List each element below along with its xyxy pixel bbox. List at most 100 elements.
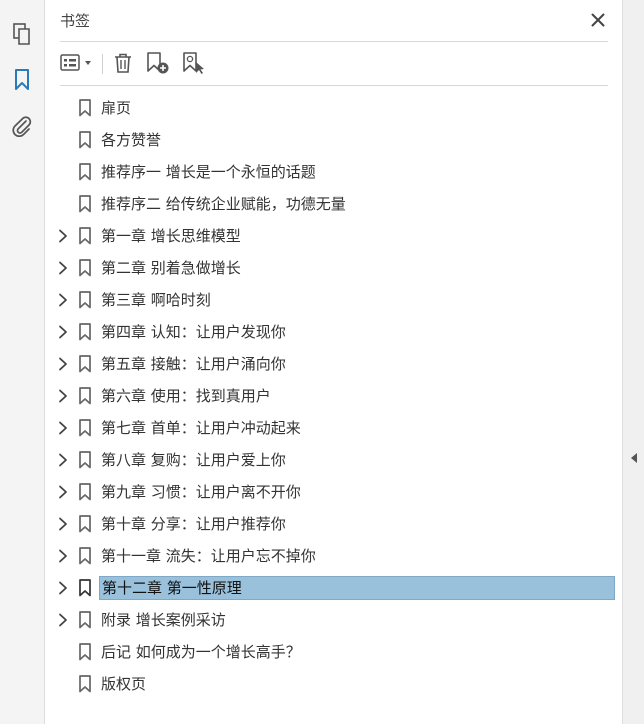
bookmark-item[interactable]: 第八章 复购：让用户爱上你 <box>45 444 622 476</box>
bookmark-icon <box>78 99 92 117</box>
bookmark-item[interactable]: 第二章 别着急做增长 <box>45 252 622 284</box>
bookmark-icon <box>78 387 92 405</box>
bookmark-icon <box>78 291 92 309</box>
collapse-panel-button[interactable] <box>627 450 641 466</box>
toolbar-divider <box>60 85 608 86</box>
bookmark-icon <box>78 611 92 629</box>
bookmark-label: 第十章 分享：让用户推荐你 <box>101 515 286 533</box>
chevron-right-icon <box>59 389 67 403</box>
expand-toggle[interactable] <box>55 420 71 436</box>
bookmark-item[interactable]: 第三章 啊哈时刻 <box>45 284 622 316</box>
bookmark-from-selection-button[interactable] <box>180 48 208 78</box>
bookmark-item[interactable]: 推荐序一 增长是一个永恒的话题 <box>45 156 622 188</box>
chevron-right-icon <box>59 453 67 467</box>
bookmark-item[interactable]: 第十章 分享：让用户推荐你 <box>45 508 622 540</box>
expand-toggle[interactable] <box>55 324 71 340</box>
bookmarks-panel-button[interactable] <box>8 66 36 94</box>
expand-toggle[interactable] <box>55 292 71 308</box>
bookmark-item[interactable]: 版权页 <box>45 668 622 700</box>
new-bookmark-button[interactable] <box>144 48 172 78</box>
chevron-right-icon <box>59 549 67 563</box>
panel-splitter[interactable] <box>622 0 644 724</box>
bookmark-label: 第十二章 第一性原理 <box>99 576 615 600</box>
expand-toggle[interactable] <box>55 228 71 244</box>
bookmark-icon <box>78 547 92 565</box>
attachments-panel-button[interactable] <box>8 112 36 140</box>
expand-toggle[interactable] <box>55 388 71 404</box>
chevron-right-icon <box>59 293 67 307</box>
bookmark-label: 各方赞誉 <box>101 131 162 149</box>
bookmark-icon <box>78 323 92 341</box>
bookmark-icon <box>78 227 92 245</box>
bookmark-label: 第二章 别着急做增长 <box>101 259 241 277</box>
delete-icon <box>115 53 131 73</box>
bookmark-item[interactable]: 第六章 使用：找到真用户 <box>45 380 622 412</box>
expand-toggle[interactable] <box>55 612 71 628</box>
chevron-right-icon <box>59 357 67 371</box>
chevron-right-icon <box>59 517 67 531</box>
bookmark-label: 第四章 认知：让用户发现你 <box>101 323 286 341</box>
bookmark-item[interactable]: 第十一章 流失：让用户忘不掉你 <box>45 540 622 572</box>
options-menu-icon <box>60 54 91 71</box>
bookmark-label: 版权页 <box>101 675 147 693</box>
options-menu-button[interactable] <box>60 48 96 78</box>
bookmark-icon <box>78 131 92 149</box>
chevron-right-icon <box>59 229 67 243</box>
bookmark-icon <box>78 451 92 469</box>
left-navigation-rail <box>0 0 45 724</box>
bookmark-item[interactable]: 第九章 习惯：让用户离不开你 <box>45 476 622 508</box>
pages-icon <box>13 23 30 45</box>
expand-toggle[interactable] <box>55 548 71 564</box>
bookmark-item[interactable]: 第十二章 第一性原理 <box>45 572 622 604</box>
page-thumbnails-button[interactable] <box>8 20 36 48</box>
bookmark-label: 第一章 增长思维模型 <box>101 227 241 245</box>
bookmark-item[interactable]: 各方赞誉 <box>45 124 622 156</box>
bookmark-item[interactable]: 附录 增长案例采访 <box>45 604 622 636</box>
bookmark-item[interactable]: 推荐序二 给传统企业赋能，功德无量 <box>45 188 622 220</box>
expand-toggle[interactable] <box>55 452 71 468</box>
bookmark-icon <box>78 579 92 597</box>
bookmark-icon <box>78 195 92 213</box>
bookmark-icon <box>78 515 92 533</box>
expand-toggle[interactable] <box>55 356 71 372</box>
bookmarks-panel: 书签 扉页 各方赞誉 推荐序一 增长是一个永恒的话题 推荐序二 给传统企业赋能，… <box>45 0 622 724</box>
delete-bookmark-button[interactable] <box>110 48 136 78</box>
bookmark-icon <box>78 163 92 181</box>
bookmark-label: 扉页 <box>101 99 132 117</box>
bookmark-item[interactable]: 扉页 <box>45 92 622 124</box>
panel-header: 书签 <box>60 8 610 34</box>
bookmark-item[interactable]: 第五章 接触：让用户涌向你 <box>45 348 622 380</box>
new-bookmark-icon <box>147 52 169 74</box>
bookmark-label: 第七章 首单：让用户冲动起来 <box>101 419 301 437</box>
chevron-right-icon <box>59 325 67 339</box>
triangle-left-icon <box>631 453 637 463</box>
expand-toggle[interactable] <box>55 580 71 596</box>
bookmark-item[interactable]: 后记 如何成为一个增长高手？ <box>45 636 622 668</box>
bookmark-icon <box>78 675 92 693</box>
bookmark-icon <box>78 419 92 437</box>
bookmark-label: 第十一章 流失：让用户忘不掉你 <box>101 547 316 565</box>
bookmark-label: 第五章 接触：让用户涌向你 <box>101 355 286 373</box>
chevron-right-icon <box>59 581 67 595</box>
bookmark-label: 第九章 习惯：让用户离不开你 <box>101 483 301 501</box>
chevron-right-icon <box>59 613 67 627</box>
expand-toggle[interactable] <box>55 516 71 532</box>
chevron-right-icon <box>59 485 67 499</box>
bookmark-item[interactable]: 第一章 增长思维模型 <box>45 220 622 252</box>
bookmark-icon <box>15 69 29 90</box>
bookmark-label: 附录 增长案例采访 <box>101 611 226 629</box>
bookmark-label: 第八章 复购：让用户爱上你 <box>101 451 286 469</box>
bookmark-item[interactable]: 第七章 首单：让用户冲动起来 <box>45 412 622 444</box>
panel-title: 书签 <box>60 12 91 30</box>
close-panel-button[interactable] <box>586 8 610 32</box>
expand-toggle[interactable] <box>55 260 71 276</box>
bookmarks-toolbar <box>60 48 608 78</box>
bookmark-icon <box>78 259 92 277</box>
bookmark-from-selection-icon <box>183 52 204 74</box>
chevron-right-icon <box>59 421 67 435</box>
chevron-right-icon <box>59 261 67 275</box>
bookmark-item[interactable]: 第四章 认知：让用户发现你 <box>45 316 622 348</box>
bookmark-label: 推荐序一 增长是一个永恒的话题 <box>101 163 316 181</box>
expand-toggle[interactable] <box>55 484 71 500</box>
header-divider <box>60 41 608 42</box>
